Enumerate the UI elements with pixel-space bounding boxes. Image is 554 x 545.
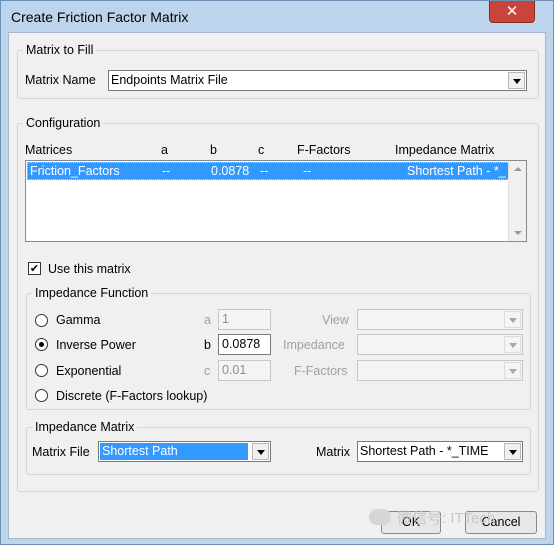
- matrix-name-label: Matrix Name: [25, 73, 96, 87]
- view-select[interactable]: [357, 309, 523, 330]
- inverse-power-label: Inverse Power: [56, 338, 136, 352]
- row-b: 0.0878: [211, 164, 250, 178]
- matrix-name-value: Endpoints Matrix File: [111, 73, 228, 87]
- matrix-label: Matrix: [316, 445, 351, 459]
- window-title: Create Friction Factor Matrix: [11, 9, 189, 25]
- param-b-label: b: [204, 338, 211, 352]
- wechat-icon: [369, 509, 391, 525]
- matrix-file-label: Matrix File: [32, 445, 90, 459]
- chevron-down-icon[interactable]: [504, 336, 521, 353]
- close-button[interactable]: ✕: [489, 1, 535, 23]
- dialog-window: Create Friction Factor Matrix ✕ Matrix t…: [0, 0, 554, 545]
- watermark: 微信号: ITTech: [369, 507, 495, 528]
- matrix-to-fill-legend: Matrix to Fill: [26, 43, 94, 57]
- exponential-radio[interactable]: [35, 364, 48, 377]
- scroll-up-icon[interactable]: [514, 167, 522, 171]
- checkmark-icon: ✔: [29, 262, 40, 275]
- column-header-matrices: Matrices: [25, 143, 73, 157]
- f-factors-label: F-Factors: [294, 364, 348, 378]
- row-impedance-matrix: Shortest Path - *_: [407, 164, 506, 178]
- column-header-f-factors: F-Factors: [297, 143, 351, 157]
- matrix-value: Shortest Path - *_TIME: [360, 444, 489, 458]
- discrete-label: Discrete (F-Factors lookup): [56, 389, 208, 403]
- configuration-legend: Configuration: [26, 116, 101, 130]
- row-c: --: [260, 164, 269, 178]
- row-a: --: [162, 164, 171, 178]
- inverse-power-radio[interactable]: [35, 338, 48, 351]
- chevron-down-icon[interactable]: [508, 72, 525, 89]
- table-row[interactable]: Friction_Factors -- 0.0878 -- -- Shortes…: [27, 162, 518, 180]
- chevron-down-icon[interactable]: [252, 443, 269, 460]
- close-icon: ✕: [505, 2, 519, 20]
- impedance-matrix-legend: Impedance Matrix: [35, 420, 135, 434]
- matrix-file-value: Shortest Path: [100, 443, 248, 460]
- chevron-down-icon[interactable]: [504, 311, 521, 328]
- exponential-label: Exponential: [56, 364, 122, 378]
- watermark-text: 微信号: ITTech: [397, 510, 496, 527]
- use-matrix-label: Use this matrix: [48, 262, 131, 276]
- impedance-select[interactable]: [357, 334, 523, 355]
- dialog-client-area: Matrix to Fill Matrix Name Endpoints Mat…: [8, 32, 546, 539]
- matrix-select[interactable]: Shortest Path - *_TIME: [357, 441, 523, 462]
- impedance-function-legend: Impedance Function: [35, 286, 149, 300]
- f-factors-select[interactable]: [357, 360, 523, 381]
- param-a-input[interactable]: 1: [218, 309, 271, 330]
- param-c-input[interactable]: 0.01: [218, 360, 271, 381]
- scroll-down-icon[interactable]: [514, 231, 522, 235]
- param-b-input[interactable]: 0.0878: [218, 334, 271, 355]
- chevron-down-icon[interactable]: [504, 443, 521, 460]
- column-header-b: b: [210, 143, 217, 157]
- row-f-factors: --: [303, 164, 312, 178]
- list-scrollbar[interactable]: [508, 161, 526, 241]
- chevron-down-icon[interactable]: [504, 362, 521, 379]
- param-c-label: c: [204, 364, 211, 378]
- impedance-label: Impedance: [283, 338, 345, 352]
- row-matrices: Friction_Factors: [30, 164, 120, 178]
- column-header-a: a: [161, 143, 168, 157]
- discrete-radio[interactable]: [35, 389, 48, 402]
- matrix-file-select[interactable]: Shortest Path: [98, 441, 271, 462]
- column-header-impedance-matrix: Impedance Matrix: [395, 143, 495, 157]
- param-a-label: a: [204, 313, 211, 327]
- view-label: View: [322, 313, 349, 327]
- column-header-c: c: [258, 143, 265, 157]
- gamma-label: Gamma: [56, 313, 101, 327]
- gamma-radio[interactable]: [35, 314, 48, 327]
- matrices-list[interactable]: Friction_Factors -- 0.0878 -- -- Shortes…: [25, 160, 527, 242]
- use-matrix-checkbox[interactable]: ✔: [28, 262, 41, 275]
- title-bar[interactable]: Create Friction Factor Matrix ✕: [1, 1, 553, 32]
- matrix-name-select[interactable]: Endpoints Matrix File: [108, 70, 527, 91]
